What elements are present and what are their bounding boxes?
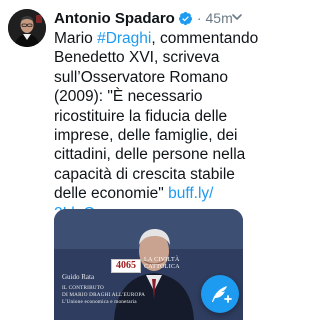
hashtag-link[interactable]: #Draghi xyxy=(97,30,151,47)
avatar[interactable] xyxy=(8,9,46,47)
text-line: (2009): "È necessario xyxy=(54,88,203,106)
text-line: Mario #Draghi, commentando xyxy=(54,29,258,48)
text-line: ricostituire la fiducia delle xyxy=(54,107,228,125)
timestamp[interactable]: 45m xyxy=(206,10,233,26)
text-line: cittadini, delle persone nella xyxy=(54,146,246,164)
separator-dot: · xyxy=(196,10,202,26)
book-title-line: L'Unione economica e monetaria xyxy=(62,299,137,305)
tweet-text: Mario #Draghi, commentando Benedetto XVI… xyxy=(54,29,258,223)
text-line: sull’Osservatore Romano xyxy=(54,68,229,86)
book-title: IL CONTRIBUTO DI MARIO DRAGHI ALL'EUROPA… xyxy=(62,285,145,306)
avatar-photo xyxy=(8,9,46,47)
author-name[interactable]: Antonio Spadaro xyxy=(54,10,175,27)
text-line: capacità di crescita stabile xyxy=(54,165,235,183)
compose-tweet-button[interactable] xyxy=(201,275,239,313)
text-segment: , commentando xyxy=(151,30,259,47)
text-line: Benedetto XVI, scriveva xyxy=(54,49,220,67)
book-title-line: DI MARIO DRAGHI ALL'EUROPA xyxy=(62,292,146,298)
text-segment: delle economie" xyxy=(54,185,169,203)
book-title-line: IL CONTRIBUTO xyxy=(62,285,104,291)
issue-number: 4065 xyxy=(111,259,141,273)
text-line: imprese, delle famiglie, dei xyxy=(54,127,238,145)
brand-line: LA CIVILTÀ xyxy=(144,257,180,263)
book-author: Guido Rata xyxy=(62,273,95,281)
compose-tweet-icon xyxy=(212,286,232,303)
short-link[interactable]: buff.ly/ xyxy=(168,185,213,202)
text-segment: Mario xyxy=(54,30,98,47)
chevron-down-icon[interactable] xyxy=(230,10,244,24)
verified-badge-icon xyxy=(178,11,193,26)
tweet-header: Antonio Spadaro · 45m xyxy=(54,8,244,28)
text-line: delle economie" buff.ly/ xyxy=(54,184,246,203)
brand-line: CATTOLICA xyxy=(144,264,180,270)
magazine-brand: LA CIVILTÀ CATTOLICA xyxy=(144,257,180,271)
tweet[interactable]: Antonio Spadaro · 45m Mario #Draghi, com… xyxy=(0,0,258,320)
